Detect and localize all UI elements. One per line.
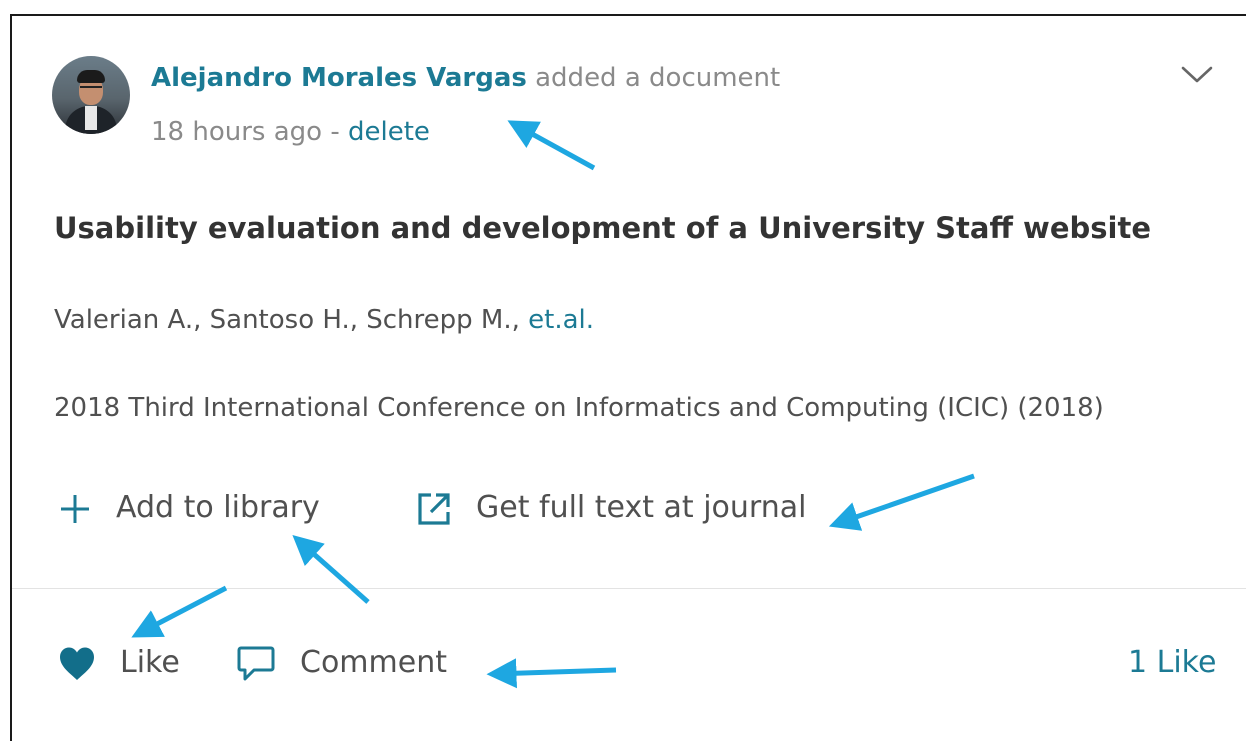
- avatar-shirt: [85, 106, 97, 130]
- etal-link[interactable]: et.al.: [528, 305, 594, 335]
- get-full-text-label: Get full text at journal: [476, 490, 807, 525]
- document-authors: Valerian A., Santoso H., Schrepp M., et.…: [54, 302, 594, 338]
- post-timestamp: 18 hours ago: [151, 117, 323, 147]
- comment-button[interactable]: Comment: [236, 643, 447, 683]
- get-full-text-button[interactable]: Get full text at journal: [416, 488, 806, 528]
- like-button[interactable]: Like: [58, 643, 180, 683]
- like-label: Like: [120, 645, 180, 680]
- delete-link[interactable]: delete: [348, 117, 430, 147]
- external-link-icon: [418, 492, 450, 525]
- post-meta: 18 hours ago - delete: [151, 114, 430, 150]
- avatar[interactable]: [52, 56, 130, 134]
- like-count-link[interactable]: 1 Like: [1128, 643, 1216, 683]
- avatar-glasses: [80, 86, 102, 93]
- author-name-link[interactable]: Alejandro Morales Vargas: [151, 63, 527, 93]
- heart-icon: [60, 647, 94, 680]
- add-to-library-button[interactable]: Add to library: [58, 488, 320, 528]
- plus-icon: [61, 494, 89, 523]
- comment-label: Comment: [300, 645, 447, 680]
- author-list: Valerian A., Santoso H., Schrepp M.,: [54, 305, 529, 335]
- meta-separator: -: [322, 117, 348, 147]
- divider: [12, 588, 1246, 589]
- post-action-text: added a document: [535, 63, 781, 93]
- post-header: Alejandro Morales Vargas added a documen…: [151, 60, 780, 96]
- document-venue: 2018 Third International Conference on I…: [54, 393, 1104, 423]
- chevron-down-icon[interactable]: [1180, 62, 1214, 86]
- avatar-hair: [77, 70, 105, 83]
- speech-bubble-icon: [237, 646, 275, 680]
- add-to-library-label: Add to library: [116, 490, 320, 525]
- document-title[interactable]: Usability evaluation and development of …: [54, 208, 1151, 248]
